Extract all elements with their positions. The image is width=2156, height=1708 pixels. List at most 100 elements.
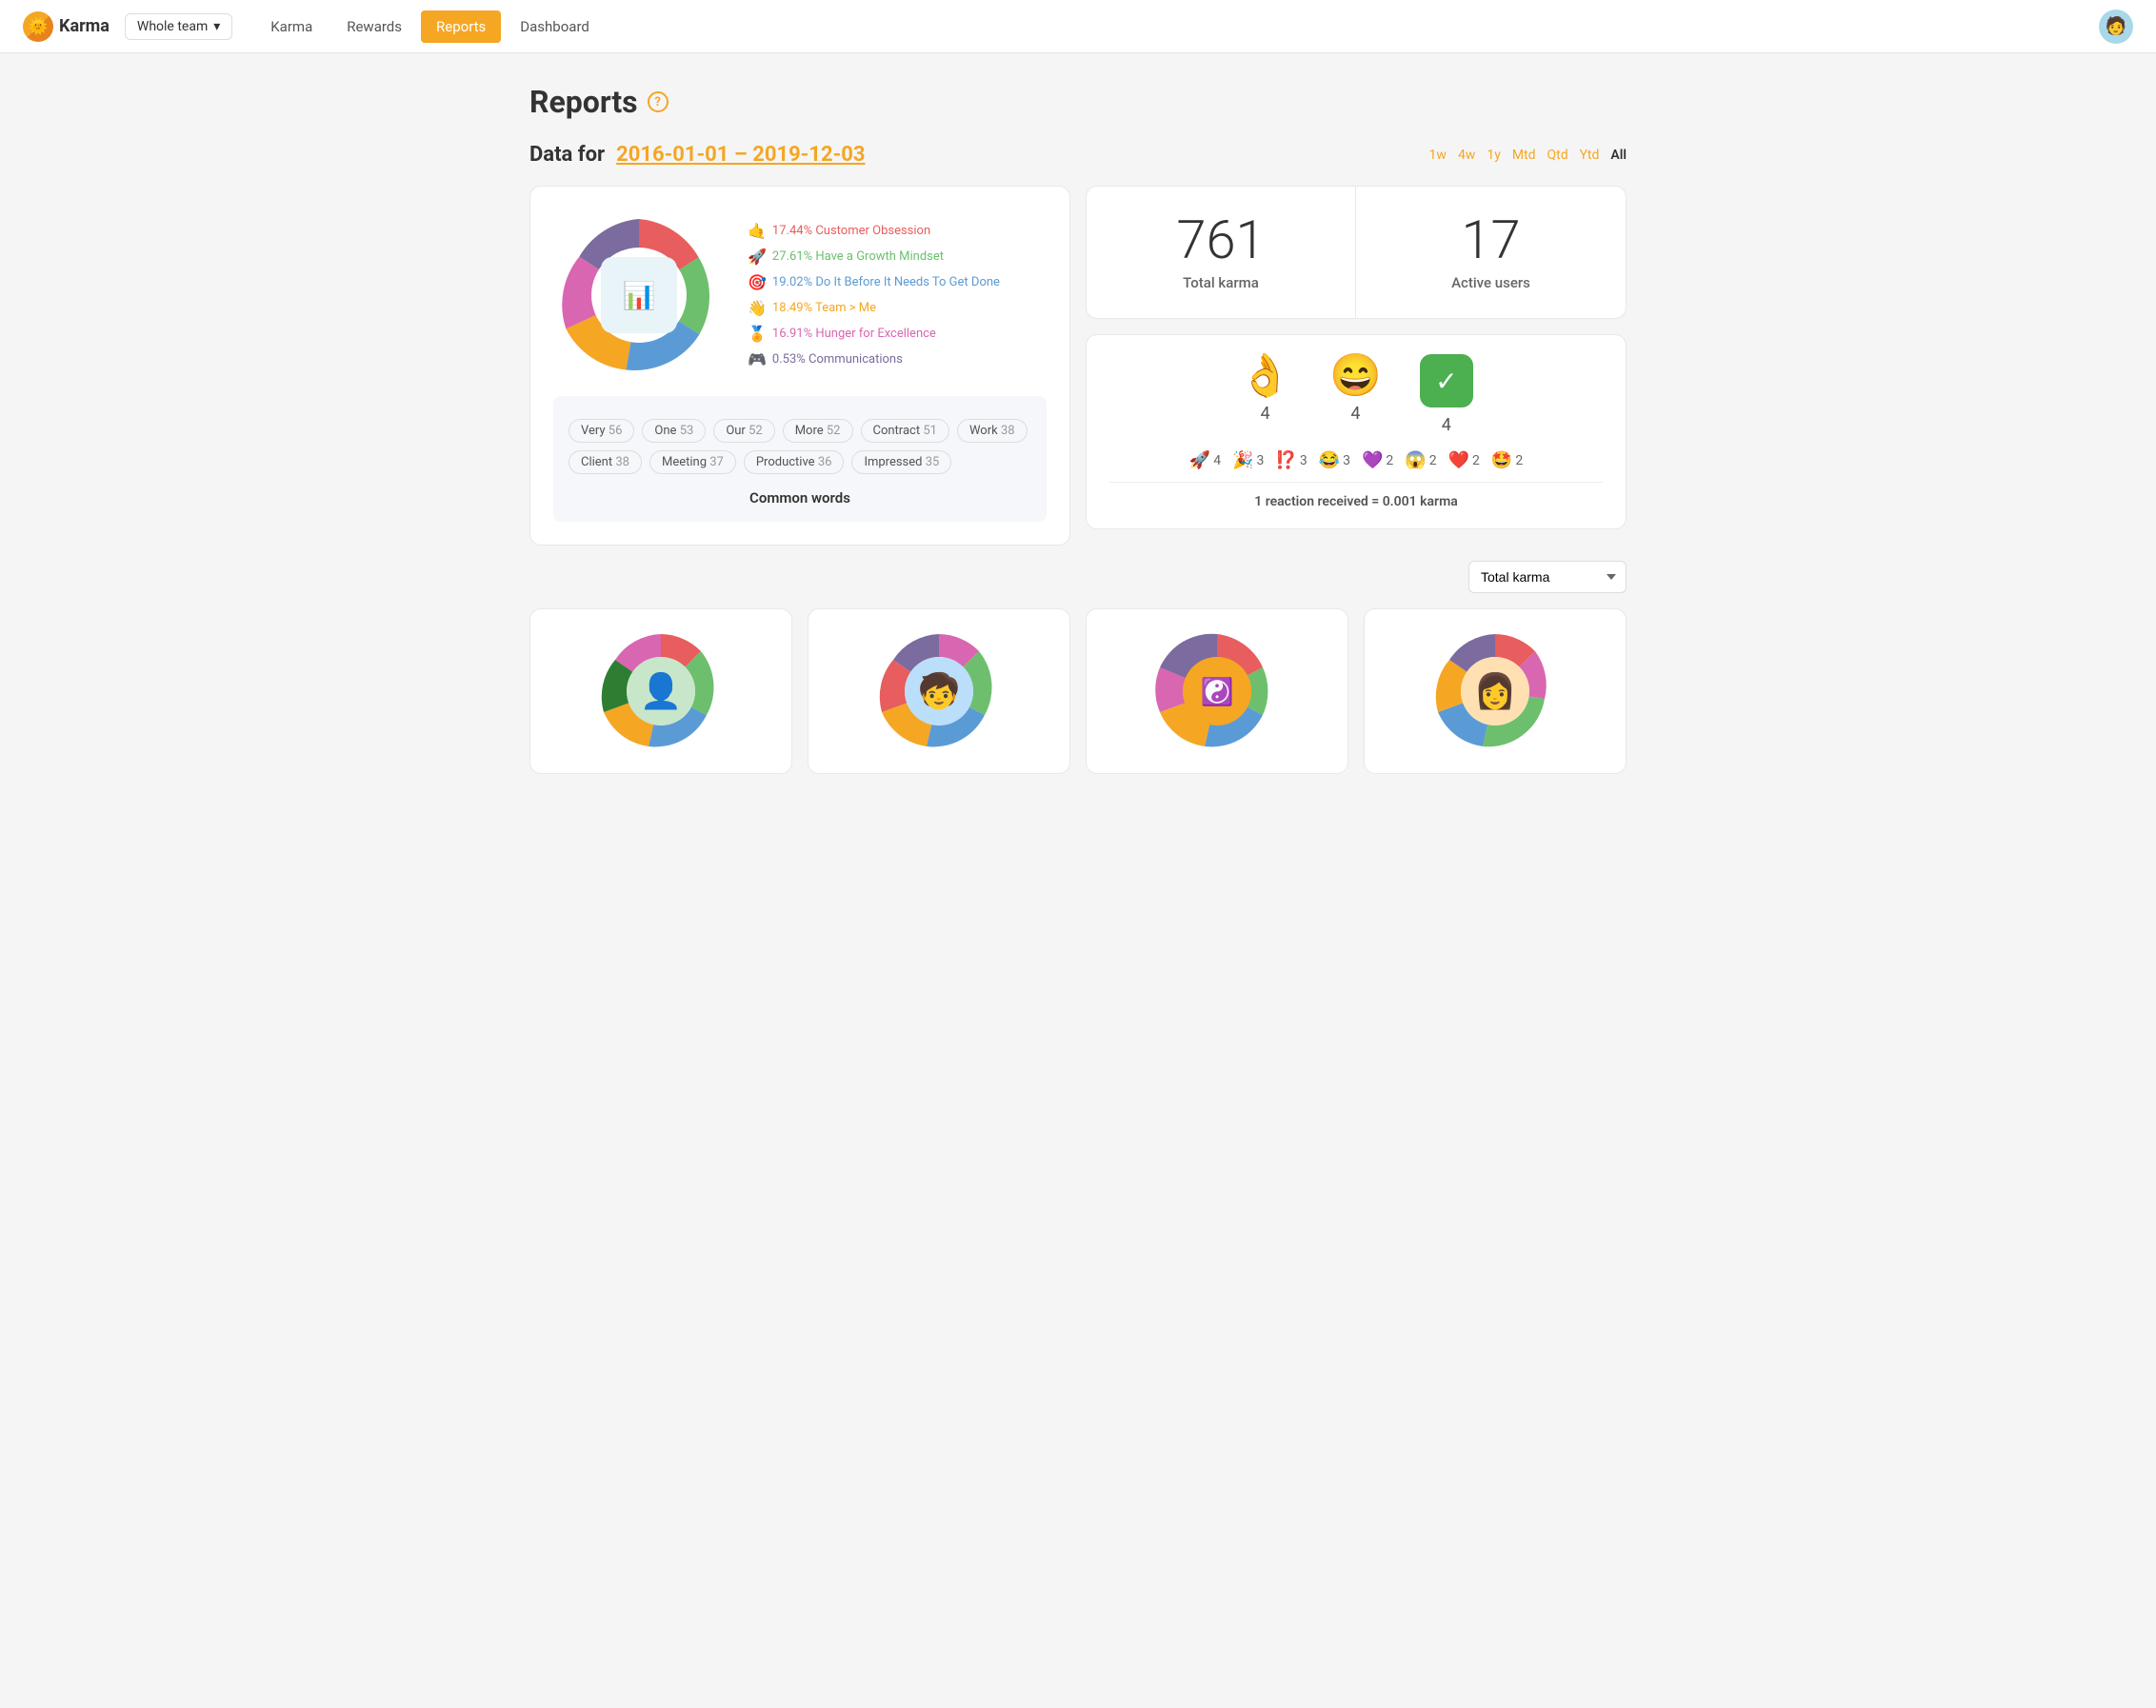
user-card-1: 👤 bbox=[529, 608, 792, 774]
common-words-section: Very 56 One 53 Our 52 More 52 Contract 5… bbox=[553, 396, 1047, 522]
legend-text-5: 16.91% Hunger for Excellence bbox=[772, 327, 936, 341]
nav-karma[interactable]: Karma bbox=[255, 10, 328, 43]
word-cloud: Very 56 One 53 Our 52 More 52 Contract 5… bbox=[569, 411, 1031, 482]
nav-links: Karma Rewards Reports Dashboard bbox=[255, 10, 2099, 43]
legend-text-6: 0.53% Communications bbox=[772, 352, 903, 367]
word-productive: Productive 36 bbox=[744, 450, 845, 474]
active-users-label: Active users bbox=[1379, 274, 1603, 291]
nav-rewards[interactable]: Rewards bbox=[331, 10, 417, 43]
right-column: 761 Total karma 17 Active users 👌 4 😄 bbox=[1086, 186, 1627, 546]
small-reaction-7: ❤️2 bbox=[1448, 450, 1480, 470]
date-range[interactable]: 2016-01-01 – 2019-12-03 bbox=[616, 143, 865, 167]
legend-text-2: 27.61% Have a Growth Mindset bbox=[772, 249, 944, 264]
team-selector[interactable]: Whole team ▾ bbox=[125, 13, 232, 40]
small-reaction-4: 😂3 bbox=[1319, 450, 1350, 470]
page-title: Reports bbox=[529, 84, 638, 120]
ok-count: 4 bbox=[1261, 404, 1270, 424]
legend-item-3: 🎯 19.02% Do It Before It Needs To Get Do… bbox=[748, 273, 1000, 291]
check-count: 4 bbox=[1442, 415, 1451, 435]
user-donut-3: ☯️ bbox=[1150, 625, 1284, 758]
star-struck-emoji: 🤩 bbox=[1491, 450, 1512, 470]
user-avatar-4: 👩 bbox=[1461, 657, 1529, 725]
team-selector-label: Whole team bbox=[137, 19, 208, 34]
legend-emoji-2: 🚀 bbox=[748, 248, 767, 266]
word-more: More 52 bbox=[783, 419, 853, 443]
user-avatar-3: ☯️ bbox=[1183, 657, 1251, 725]
bottom-header: Total karma Reactions given Reactions re… bbox=[529, 561, 1627, 593]
user-donut-2: 🧒 bbox=[872, 625, 1006, 758]
user-avatar[interactable]: 🧑 bbox=[2099, 10, 2133, 44]
karma-rate: 1 reaction received = 0.001 karma bbox=[1109, 482, 1603, 509]
check-icon: ✓ bbox=[1420, 354, 1473, 407]
word-one: One 53 bbox=[642, 419, 706, 443]
total-karma-value: 761 bbox=[1109, 213, 1332, 267]
active-users-box: 17 Active users bbox=[1356, 187, 1626, 318]
common-words-label: Common words bbox=[569, 489, 1031, 506]
exclaim-emoji: ⁉️ bbox=[1275, 450, 1296, 470]
reactions-top: 👌 4 😄 4 ✓ 4 bbox=[1109, 354, 1603, 435]
chart-legend: 🤙 17.44% Customer Obsession 🚀 27.61% Hav… bbox=[748, 222, 1000, 368]
word-impressed: Impressed 35 bbox=[851, 450, 951, 474]
reactions-card: 👌 4 😄 4 ✓ 4 🚀 bbox=[1086, 334, 1627, 529]
filter-ytd[interactable]: Ytd bbox=[1580, 148, 1600, 163]
page-title-section: Reports ? bbox=[529, 84, 1627, 120]
rocket-emoji: 🚀 bbox=[1189, 450, 1210, 470]
scared-emoji: 😱 bbox=[1405, 450, 1426, 470]
legend-text-1: 17.44% Customer Obsession bbox=[772, 224, 930, 238]
main-content: Reports ? Data for 2016-01-01 – 2019-12-… bbox=[507, 53, 1649, 804]
total-karma-box: 761 Total karma bbox=[1087, 187, 1356, 318]
word-very: Very 56 bbox=[569, 419, 634, 443]
reaction-grin: 😄 4 bbox=[1329, 354, 1382, 435]
donut-center-icon: 📊 bbox=[601, 257, 677, 333]
app-logo[interactable]: 🌞 Karma bbox=[23, 11, 110, 42]
user-donut-4: 👩 bbox=[1428, 625, 1562, 758]
nav-dashboard[interactable]: Dashboard bbox=[505, 10, 605, 43]
legend-text-4: 18.49% Team > Me bbox=[772, 301, 876, 315]
filter-mtd[interactable]: Mtd bbox=[1512, 148, 1536, 163]
legend-emoji-6: 🎮 bbox=[748, 350, 767, 368]
filter-qtd[interactable]: Qtd bbox=[1547, 148, 1568, 163]
legend-emoji-1: 🤙 bbox=[748, 222, 767, 240]
small-reaction-8: 🤩2 bbox=[1491, 450, 1523, 470]
user-card-3: ☯️ bbox=[1086, 608, 1348, 774]
laugh-emoji: 😂 bbox=[1319, 450, 1340, 470]
donut-section: 📊 🤙 17.44% Customer Obsession 🚀 27.61% H… bbox=[553, 209, 1047, 381]
help-icon[interactable]: ? bbox=[648, 91, 669, 112]
small-reaction-6: 😱2 bbox=[1405, 450, 1436, 470]
legend-emoji-5: 🏅 bbox=[748, 325, 767, 343]
total-karma-label: Total karma bbox=[1109, 274, 1332, 291]
legend-item-6: 🎮 0.53% Communications bbox=[748, 350, 1000, 368]
user-avatar-1: 👤 bbox=[627, 657, 695, 725]
navbar: 🌞 Karma Whole team ▾ Karma Rewards Repor… bbox=[0, 0, 2156, 53]
word-work: Work 38 bbox=[957, 419, 1028, 443]
filter-4w[interactable]: 4w bbox=[1458, 148, 1475, 163]
word-contract: Contract 51 bbox=[861, 419, 949, 443]
sort-select[interactable]: Total karma Reactions given Reactions re… bbox=[1468, 561, 1627, 593]
filter-1y[interactable]: 1y bbox=[1487, 148, 1501, 163]
categories-card: 📊 🤙 17.44% Customer Obsession 🚀 27.61% H… bbox=[529, 186, 1070, 546]
donut-chart: 📊 bbox=[553, 209, 725, 381]
time-filters: 1w 4w 1y Mtd Qtd Ytd All bbox=[1429, 148, 1627, 163]
grin-emoji: 😄 bbox=[1329, 354, 1382, 396]
data-header: Data for 2016-01-01 – 2019-12-03 1w 4w 1… bbox=[529, 143, 1627, 167]
small-reaction-5: 💜2 bbox=[1362, 450, 1393, 470]
small-reaction-2: 🎉3 bbox=[1232, 450, 1264, 470]
legend-item-1: 🤙 17.44% Customer Obsession bbox=[748, 222, 1000, 240]
legend-item-5: 🏅 16.91% Hunger for Excellence bbox=[748, 325, 1000, 343]
grin-count: 4 bbox=[1350, 404, 1360, 424]
user-card-2: 🧒 bbox=[808, 608, 1070, 774]
word-client: Client 38 bbox=[569, 450, 642, 474]
reaction-check: ✓ 4 bbox=[1420, 354, 1473, 435]
legend-emoji-4: 👋 bbox=[748, 299, 767, 317]
ok-emoji: 👌 bbox=[1239, 354, 1291, 396]
main-cards: 📊 🤙 17.44% Customer Obsession 🚀 27.61% H… bbox=[529, 186, 1627, 546]
filter-all[interactable]: All bbox=[1610, 148, 1627, 163]
stats-card: 761 Total karma 17 Active users bbox=[1086, 186, 1627, 319]
nav-reports[interactable]: Reports bbox=[421, 10, 501, 43]
small-reaction-3: ⁉️3 bbox=[1275, 450, 1307, 470]
logo-icon: 🌞 bbox=[23, 11, 53, 42]
legend-item-4: 👋 18.49% Team > Me bbox=[748, 299, 1000, 317]
reaction-ok: 👌 4 bbox=[1239, 354, 1291, 435]
filter-1w[interactable]: 1w bbox=[1429, 148, 1447, 163]
user-donut-1: 👤 bbox=[594, 625, 728, 758]
